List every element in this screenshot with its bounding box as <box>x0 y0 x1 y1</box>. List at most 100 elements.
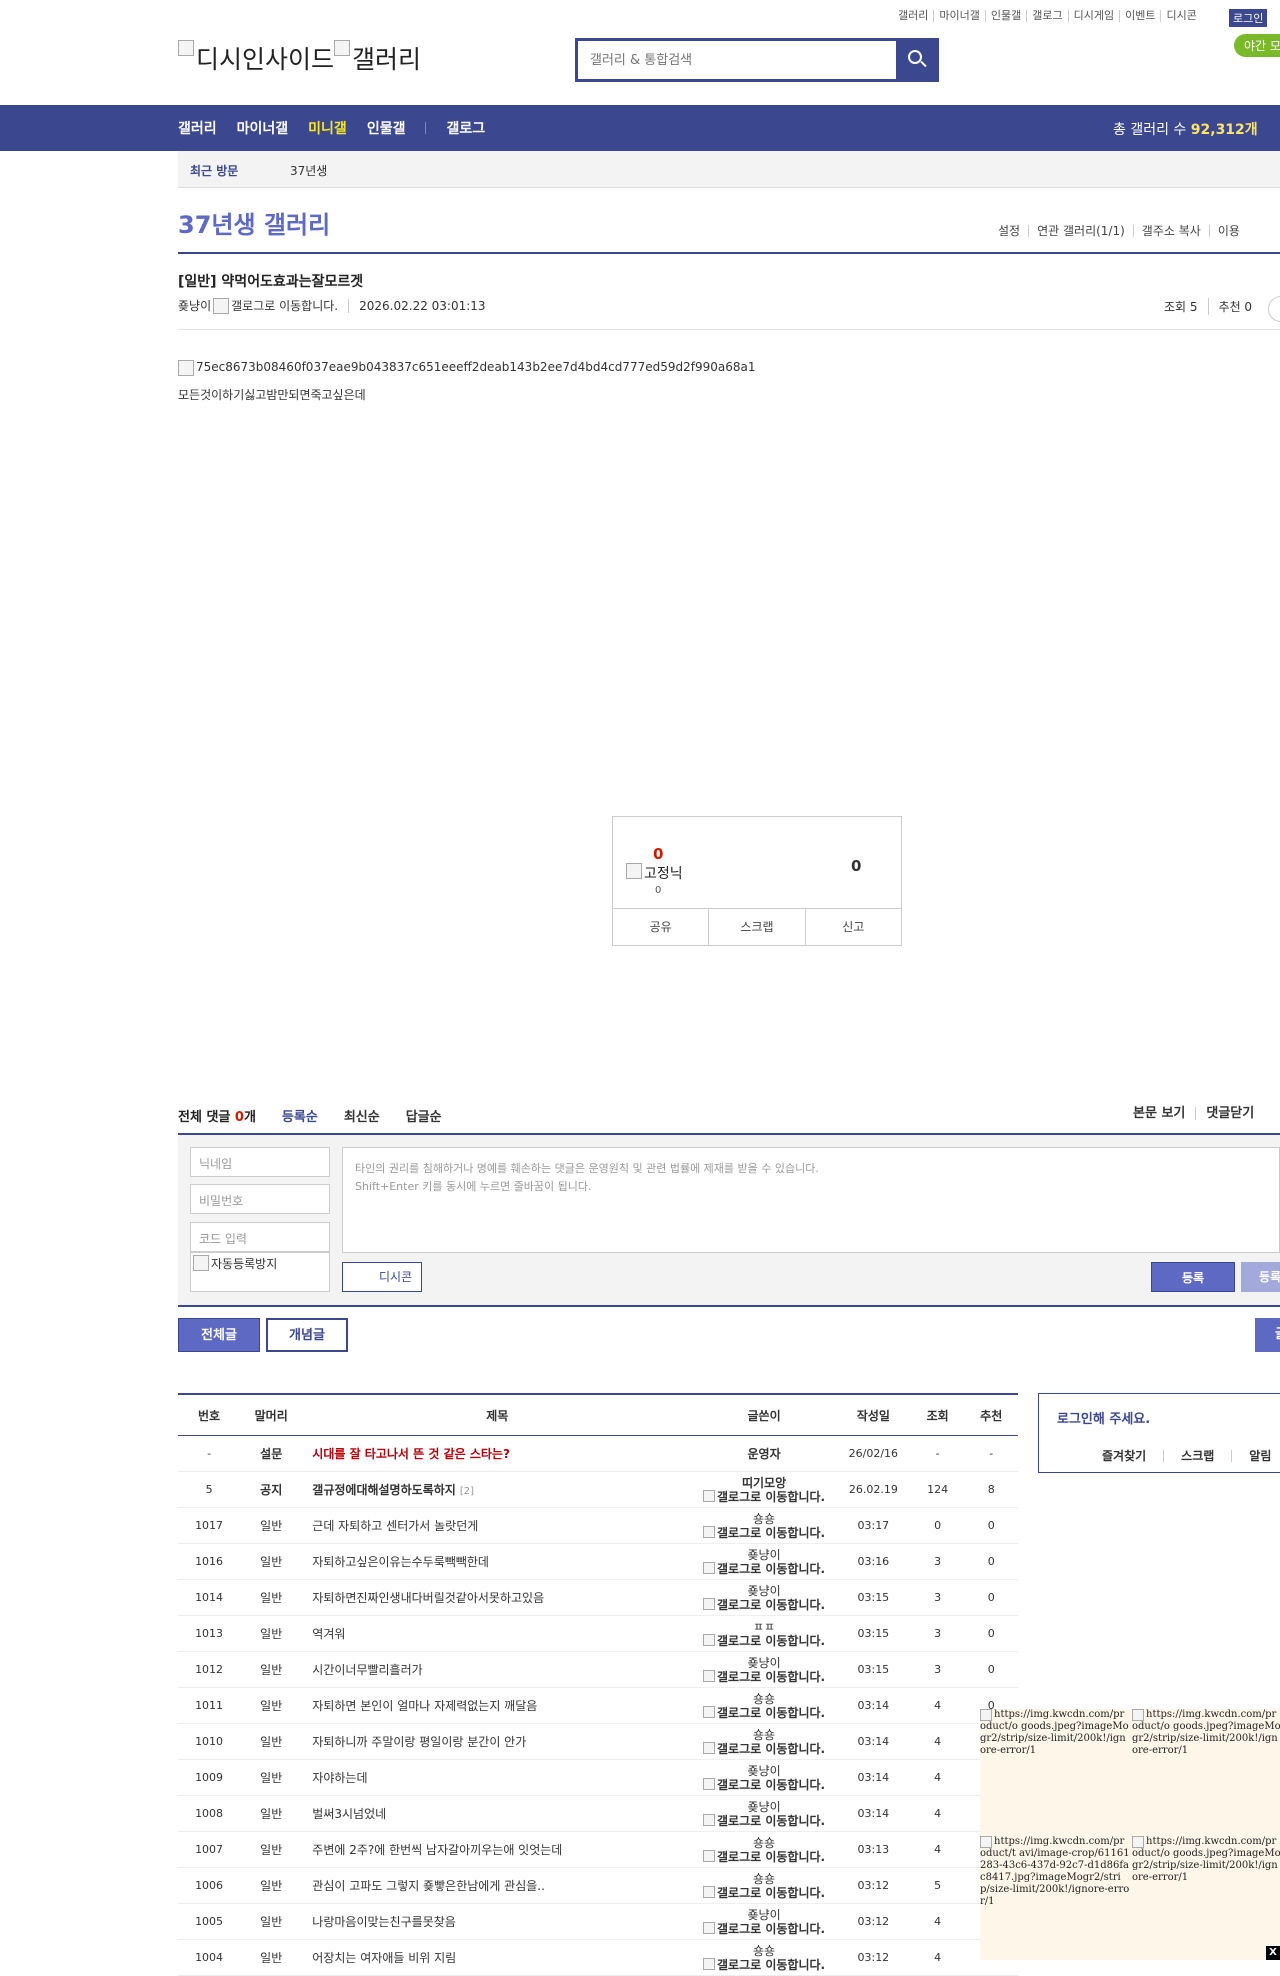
writer-gallog[interactable]: 갤로그로 이동합니다. <box>692 1669 836 1684</box>
search-button[interactable] <box>896 41 936 79</box>
ad-image[interactable]: https://img.kwcdn.com/product/t avi/imag… <box>980 1836 1130 1908</box>
recommend-down-count[interactable]: 0 <box>851 857 861 875</box>
row-subject-text[interactable]: 자퇴하면진짜인생내다버릴것같아서못하고있음 <box>312 1591 544 1605</box>
password-field[interactable]: 비밀번호 <box>190 1184 330 1214</box>
row-subject[interactable]: 나랑마음이맞는친구를못찾음 <box>302 1903 693 1940</box>
table-row[interactable]: 1010 일반 자퇴하니까 주말이랑 평일이랑 분간이 안가 숑숑 갤로그로 이동합니다… <box>178 1723 1018 1760</box>
ad-image[interactable]: https://img.kwcdn.com/product/o goods.jp… <box>1132 1709 1280 1757</box>
share-button[interactable]: 공유 <box>613 909 708 945</box>
writer-name[interactable]: 숑숑 <box>692 1728 836 1742</box>
writer-gallog[interactable]: 갤로그로 이동합니다. <box>692 1849 836 1864</box>
writer-name[interactable]: 숑숑 <box>692 1836 836 1850</box>
top-link-dccon[interactable]: 디시콘 <box>1160 10 1201 22</box>
writer-name[interactable]: 숑숑 <box>692 1944 836 1958</box>
scrap-link[interactable]: 스크랩 <box>1163 1450 1231 1462</box>
table-row[interactable]: 1009 일반 자야하는데 죶냥이 갤로그로 이동합니다. 03:14 4 <box>178 1759 1018 1796</box>
table-row[interactable]: 1007 일반 주변에 2주?에 한번씩 남자갈아끼우는애 잇엇는데 숑숑 갤로그로 이… <box>178 1831 1018 1868</box>
row-subject-text[interactable]: 자퇴하면 본인이 얼마나 자제력없는지 깨달음 <box>312 1699 537 1713</box>
writer-name[interactable]: ㅍㅍ <box>692 1620 836 1634</box>
writer-gallog[interactable]: 갤로그로 이동합니다. <box>692 1777 836 1792</box>
gallog-alt[interactable]: 갤로그로 이동합니다. <box>231 297 338 314</box>
sort-replies[interactable]: 답글순 <box>406 1106 442 1125</box>
row-subject-text[interactable]: 갤규정에대해설명하도록하지 <box>312 1483 456 1497</box>
nickname-field[interactable]: 닉네임 <box>190 1147 330 1177</box>
table-row[interactable]: 1012 일반 시간이너무빨리흘러가 죶냥이 갤로그로 이동합니다. 03:15 3 0 <box>178 1651 1018 1688</box>
recent-item[interactable]: 37년생 <box>290 162 327 179</box>
writer-name[interactable]: 죶냥이 <box>692 1656 836 1670</box>
comment-textarea[interactable]: 타인의 권리를 침해하거나 명예를 훼손하는 댓글은 운영원칙 및 관련 법률에… <box>342 1147 1280 1253</box>
writer-gallog[interactable]: 갤로그로 이동합니다. <box>692 1633 836 1648</box>
top-link-game[interactable]: 디시게임 <box>1067 10 1119 22</box>
row-subject[interactable]: 자퇴하면 본인이 얼마나 자제력없는지 깨달음 <box>302 1687 693 1724</box>
table-row[interactable]: 1011 일반 자퇴하면 본인이 얼마나 자제력없는지 깨달음 숑숑 갤로그로 이동합니… <box>178 1687 1018 1724</box>
row-subject-text[interactable]: 자퇴하고싶은이유는수두룩빽빽한데 <box>312 1555 489 1569</box>
sort-latest[interactable]: 최신순 <box>344 1106 380 1125</box>
writer-gallog[interactable]: 갤로그로 이동합니다. <box>692 1705 836 1720</box>
top-link-person[interactable]: 인물갤 <box>984 10 1026 22</box>
top-link-minor[interactable]: 마이너갤 <box>933 10 984 22</box>
row-subject[interactable]: 시간이너무빨리흘러가 <box>302 1651 693 1688</box>
gallery-title[interactable]: 37년생 갤러리 <box>178 205 330 240</box>
writer-gallog[interactable]: 갤로그로 이동합니다. <box>692 1885 836 1900</box>
row-subject-text[interactable]: 근데 자퇴하고 센터가서 놀랏던게 <box>312 1519 478 1533</box>
usage-link[interactable]: 이용 <box>1208 225 1248 237</box>
row-subject-text[interactable]: 벌써3시넘었네 <box>312 1807 386 1821</box>
reply-count[interactable]: [2] <box>460 1486 474 1497</box>
row-subject-text[interactable]: 나랑마음이맞는친구를못찾음 <box>312 1915 456 1929</box>
comment-register-login-button[interactable]: 등록 <box>1241 1262 1280 1292</box>
row-subject-text[interactable]: 자야하는데 <box>312 1771 367 1785</box>
row-subject-text[interactable]: 관심이 고파도 그렇지 죶빻은한남에게 관심을.. <box>312 1879 545 1893</box>
row-subject-text[interactable]: 시대를 잘 타고나서 뜬 것 같은 스타는? <box>312 1447 510 1461</box>
writer-gallog[interactable]: 갤로그로 이동합니다. <box>692 1489 836 1504</box>
favorites-link[interactable]: 즐겨찾기 <box>1085 1450 1163 1462</box>
row-subject-text[interactable]: 주변에 2주?에 한번씩 남자갈아끼우는애 잇엇는데 <box>312 1843 562 1857</box>
tab-best-posts[interactable]: 개념글 <box>266 1318 348 1352</box>
ad-close-button[interactable]: X <box>1266 1946 1280 1960</box>
close-comments-link[interactable]: 댓글닫기 <box>1195 1107 1264 1120</box>
table-row[interactable]: 1013 일반 역겨워 ㅍㅍ 갤로그로 이동합니다. 03:15 3 0 <box>178 1615 1018 1652</box>
writer-gallog[interactable]: 갤로그로 이동합니다. <box>692 1813 836 1828</box>
writer-gallog[interactable]: 갤로그로 이동합니다. <box>692 1561 836 1576</box>
table-row[interactable]: 1005 일반 나랑마음이맞는친구를못찾음 죶냥이 갤로그로 이동합니다. 03:12 4 <box>178 1903 1018 1940</box>
row-subject[interactable]: 어장치는 여자애들 비위 지림 <box>302 1939 693 1976</box>
notification-link[interactable]: 알림 <box>1231 1450 1280 1462</box>
nav-minor-gallery[interactable]: 마이너갤 <box>237 118 289 138</box>
top-link-gallog[interactable]: 갤로그 <box>1026 10 1067 22</box>
tab-all-posts[interactable]: 전체글 <box>178 1318 260 1352</box>
table-row[interactable]: 1017 일반 근데 자퇴하고 센터가서 놀랏던게 숑숑 갤로그로 이동합니다. 03:1… <box>178 1507 1018 1544</box>
row-subject-text[interactable]: 시간이너무빨리흘러가 <box>312 1663 422 1677</box>
row-subject[interactable]: 시대를 잘 타고나서 뜬 것 같은 스타는? <box>302 1435 693 1472</box>
row-subject[interactable]: 갤규정에대해설명하도록하지 [2] <box>302 1471 693 1508</box>
writer-name[interactable]: 죶냥이 <box>692 1908 836 1922</box>
writer-gallog[interactable]: 갤로그로 이동합니다. <box>692 1525 836 1540</box>
row-subject[interactable]: 근데 자퇴하고 센터가서 놀랏던게 <box>302 1507 693 1544</box>
sort-registered[interactable]: 등록순 <box>282 1106 318 1125</box>
gallog-icon[interactable] <box>213 297 230 314</box>
row-subject[interactable]: 자퇴하고싶은이유는수두룩빽빽한데 <box>302 1543 693 1580</box>
login-button[interactable]: 로그인 <box>1229 9 1268 27</box>
login-prompt[interactable]: 로그인해 주세요. <box>1057 1408 1150 1427</box>
related-gallery-link[interactable]: 연관 갤러리(1/1) <box>1028 225 1133 237</box>
search-input[interactable] <box>578 41 896 79</box>
nav-gallery[interactable]: 갤러리 <box>178 118 217 138</box>
writer-gallog[interactable]: 갤로그로 이동합니다. <box>692 1597 836 1612</box>
top-link-event[interactable]: 이벤트 <box>1119 10 1160 22</box>
row-subject[interactable]: 역겨워 <box>302 1615 693 1652</box>
table-row[interactable]: 1016 일반 자퇴하고싶은이유는수두룩빽빽한데 죶냥이 갤로그로 이동합니다. 03:1… <box>178 1543 1018 1580</box>
table-row[interactable]: 5 공지 갤규정에대해설명하도록하지 [2] 띠기모앙 갤로그로 이동합니다. 26.02.… <box>178 1471 1018 1508</box>
writer-name[interactable]: 죶냥이 <box>692 1548 836 1562</box>
comment-register-button[interactable]: 등록 <box>1151 1262 1235 1292</box>
table-row[interactable]: 1006 일반 관심이 고파도 그렇지 죶빻은한남에게 관심을.. 숑숑 갤로그로 이동… <box>178 1867 1018 1904</box>
recommend-up-count[interactable]: 0 <box>653 845 663 863</box>
top-link-gallery[interactable]: 갤러리 <box>893 10 933 22</box>
row-subject-text[interactable]: 역겨워 <box>312 1627 345 1641</box>
row-subject[interactable]: 관심이 고파도 그렇지 죶빻은한남에게 관심을.. <box>302 1867 693 1904</box>
code-field[interactable]: 코드 입력 <box>190 1222 330 1252</box>
write-button[interactable]: 글 <box>1255 1318 1280 1352</box>
dccon-button[interactable]: 디시콘 <box>342 1262 422 1292</box>
row-subject[interactable]: 벌써3시넘었네 <box>302 1795 693 1832</box>
row-subject[interactable]: 자퇴하니까 주말이랑 평일이랑 분간이 안가 <box>302 1723 693 1760</box>
writer-name[interactable]: 죶냥이 <box>692 1800 836 1814</box>
ad-image[interactable]: https://img.kwcdn.com/product/o goods.jp… <box>1132 1836 1280 1884</box>
writer-name[interactable]: 띠기모앙 <box>692 1476 836 1490</box>
